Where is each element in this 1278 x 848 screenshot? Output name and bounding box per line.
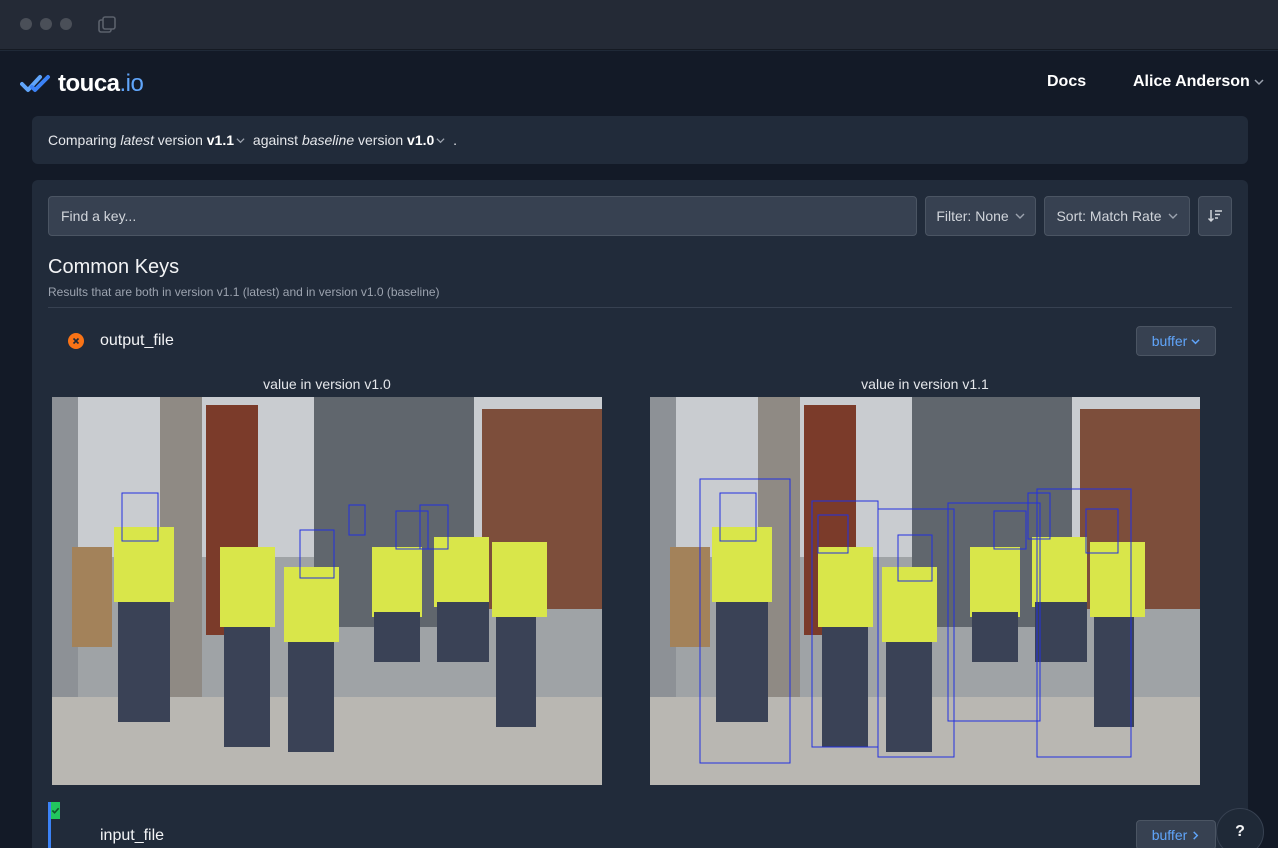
brand-name: touca.io — [58, 70, 144, 97]
window-titlebar — [0, 0, 1278, 50]
key-name[interactable]: input_file — [100, 827, 164, 845]
close-window-button[interactable] — [20, 18, 32, 30]
baseline-output-image — [52, 397, 602, 785]
user-name: Alice Anderson — [1133, 73, 1250, 90]
chevron-down-icon — [1168, 213, 1178, 219]
chevron-down-icon[interactable] — [436, 136, 445, 145]
brand-logo[interactable]: touca.io — [20, 70, 144, 98]
key-name[interactable]: output_file — [100, 332, 174, 350]
chevron-right-icon — [1193, 830, 1199, 840]
version-word: version — [354, 132, 408, 148]
against-word: against — [249, 132, 302, 148]
sort-descending-icon — [1207, 210, 1222, 223]
section-title: Common Keys — [48, 256, 180, 278]
latest-image-label: value in version v1.1 — [861, 376, 989, 392]
compare-suffix: . — [449, 132, 458, 148]
baseline-word: baseline — [301, 132, 355, 148]
latest-output-image — [650, 397, 1200, 785]
filter-dropdown[interactable]: Filter: None — [925, 196, 1036, 236]
filter-label: Filter: None — [936, 208, 1009, 224]
user-menu[interactable]: Alice Anderson — [1133, 73, 1264, 91]
sort-order-button[interactable] — [1198, 196, 1232, 236]
latest-version-select[interactable]: v1.1 — [207, 132, 234, 148]
compare-prefix: Comparing — [48, 132, 121, 148]
checkmark-logo-icon — [20, 75, 50, 92]
sort-label: Sort: Match Rate — [1056, 208, 1162, 224]
help-button[interactable]: ? — [1216, 808, 1264, 848]
baseline-image-label: value in version v1.0 — [263, 376, 391, 392]
find-key-input[interactable] — [48, 196, 917, 236]
baseline-version-select[interactable]: v1.0 — [407, 132, 434, 148]
chevron-down-icon — [1015, 213, 1025, 219]
buffer-label: buffer — [1151, 827, 1188, 843]
buffer-label: buffer — [1151, 333, 1188, 349]
app-window: touca.io Docs Alice Anderson Comparing l… — [0, 51, 1278, 848]
key-row-output-file: output_file buffer value in version v1.0… — [48, 308, 1232, 798]
match-status-icon — [51, 802, 60, 819]
buffer-toggle-button[interactable]: buffer — [1136, 820, 1216, 848]
minimize-window-button[interactable] — [40, 18, 52, 30]
key-row-input-file[interactable]: input_file buffer — [48, 802, 1232, 848]
results-panel: Filter: None Sort: Match Rate Common Key… — [32, 180, 1248, 848]
docs-link[interactable]: Docs — [1047, 73, 1086, 91]
chevron-down-icon[interactable] — [236, 136, 245, 145]
chevron-down-icon — [1191, 338, 1200, 344]
buffer-toggle-button[interactable]: buffer — [1136, 326, 1216, 356]
mismatch-status-icon — [68, 333, 84, 349]
maximize-window-button[interactable] — [60, 18, 72, 30]
duplicate-window-icon[interactable] — [97, 15, 117, 35]
section-subtitle: Results that are both in version v1.1 (l… — [48, 285, 440, 299]
version-word: version — [153, 132, 207, 148]
version-compare-bar: Comparing latest version v1.1 against ba… — [32, 116, 1248, 164]
latest-word: latest — [120, 132, 154, 148]
chevron-down-icon — [1254, 79, 1264, 86]
sort-dropdown[interactable]: Sort: Match Rate — [1044, 196, 1190, 236]
